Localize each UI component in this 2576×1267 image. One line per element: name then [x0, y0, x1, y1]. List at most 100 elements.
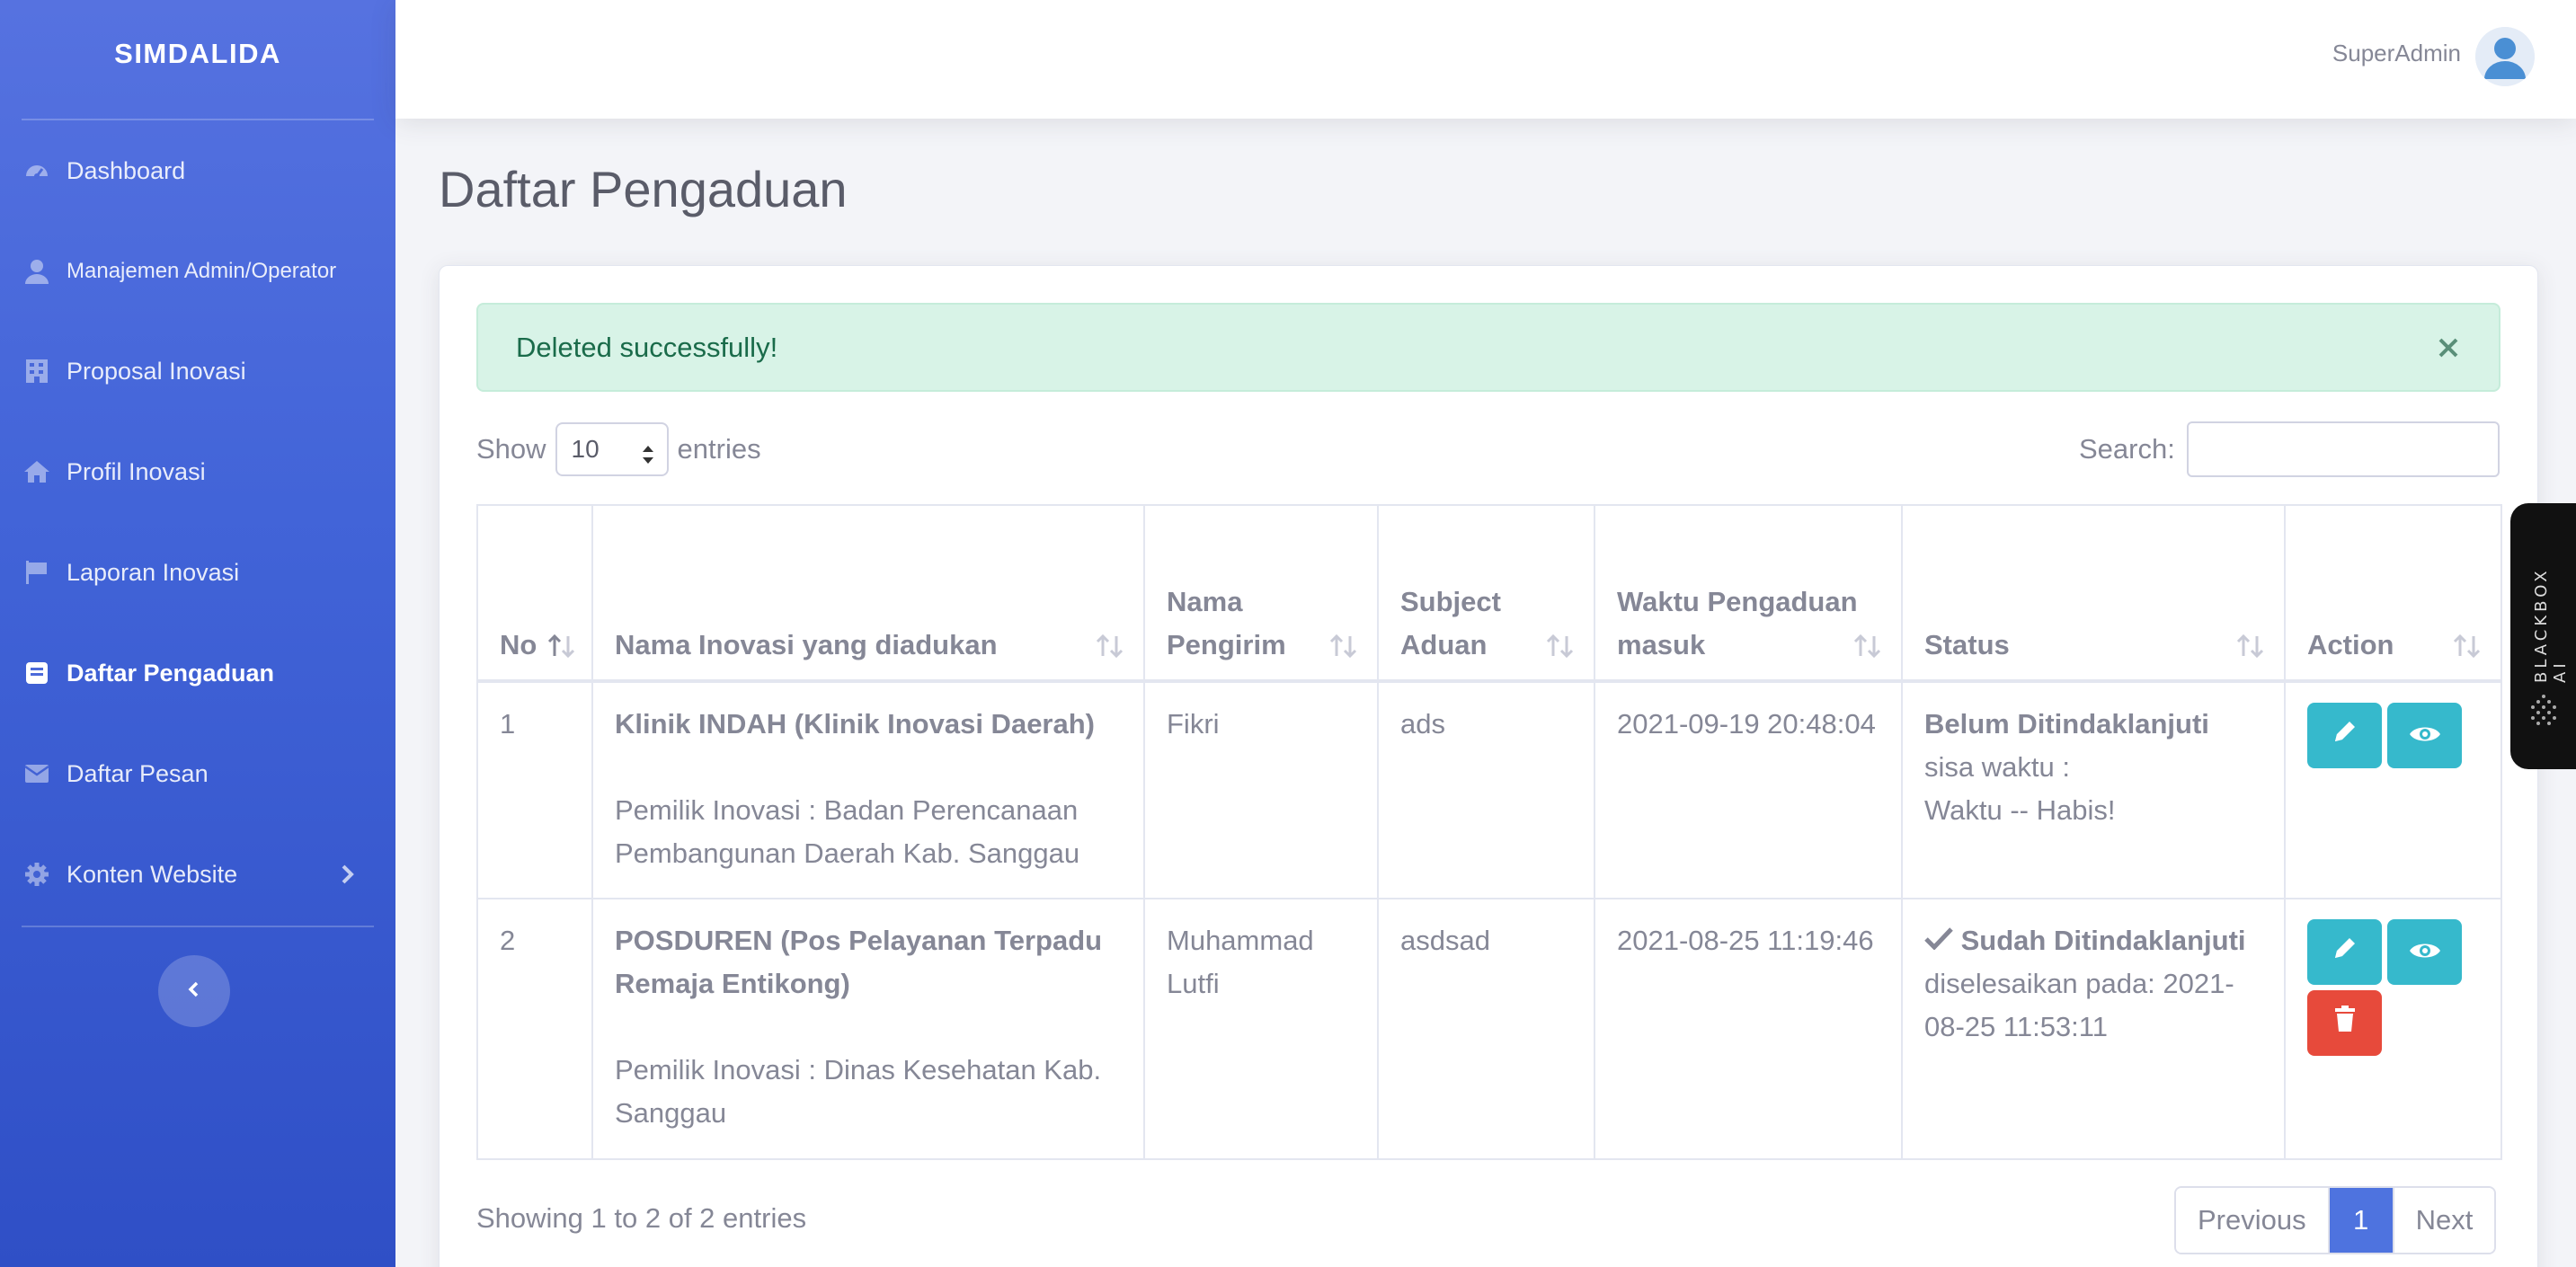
book-icon — [23, 660, 50, 687]
user-icon — [23, 258, 50, 285]
envelope-icon — [23, 760, 50, 787]
sidebar-item-label: Daftar Pengaduan — [67, 659, 275, 687]
pencil-icon — [2332, 931, 2358, 974]
sidebar-divider — [22, 926, 374, 927]
cell-pengirim: Fikri — [1143, 680, 1379, 899]
sort-icon — [2452, 631, 2483, 660]
next-button[interactable]: Next — [2394, 1188, 2495, 1253]
pencil-icon — [2332, 714, 2358, 758]
flag-icon — [23, 559, 50, 586]
avatar[interactable] — [2475, 27, 2535, 86]
status-detail: Waktu -- Habis! — [1924, 794, 2116, 826]
sidebar-item-dashboard[interactable]: Dashboard — [0, 138, 395, 203]
success-alert: Deleted successfully! — [476, 303, 2500, 392]
table-info: Showing 1 to 2 of 2 entries — [476, 1202, 807, 1234]
previous-button[interactable]: Previous — [2176, 1188, 2330, 1253]
cell-no: 1 — [476, 680, 593, 899]
search-input[interactable] — [2187, 421, 2500, 477]
brand-logo[interactable]: SIMDALIDA — [0, 0, 395, 108]
close-icon[interactable] — [2432, 332, 2465, 364]
table-row: 1 Klinik INDAH (Klinik Inovasi Daerah) P… — [476, 680, 2502, 899]
column-header-action[interactable]: Action — [2284, 504, 2502, 683]
table-header-row: No Nama Inovasi yang diadukan Nama Pengi… — [476, 504, 2502, 683]
building-icon — [23, 358, 50, 385]
column-header-no[interactable]: No — [476, 504, 593, 683]
sort-icon — [1095, 631, 1125, 660]
trash-icon — [2333, 1002, 2357, 1045]
sort-icon — [1852, 631, 1883, 660]
chevron-left-icon — [184, 979, 204, 1004]
chevron-right-icon — [334, 862, 360, 887]
pagination: Previous 1 Next — [2174, 1186, 2497, 1254]
sort-icon — [2235, 631, 2266, 660]
cell-action — [2284, 898, 2502, 1160]
sort-arrows-icon — [642, 442, 654, 464]
sort-asc-icon — [546, 631, 577, 660]
column-header-status[interactable]: Status — [1901, 504, 2286, 683]
gear-icon — [23, 861, 50, 888]
entries-select[interactable]: 10 — [555, 422, 669, 476]
cell-status: Sudah Ditindaklanjuti diselesaikan pada:… — [1901, 898, 2286, 1160]
inovasi-owner: Pemilik Inovasi : Dinas Kesehatan Kab. S… — [615, 1054, 1102, 1129]
sidebar-item-label: Dashboard — [67, 156, 186, 184]
column-header-inovasi[interactable]: Nama Inovasi yang diadukan — [591, 504, 1145, 683]
sidebar-item-admin[interactable]: Manajemen Admin/Operator — [0, 239, 395, 304]
edit-button[interactable] — [2307, 703, 2382, 768]
sidebar-item-profil[interactable]: Profil Inovasi — [0, 439, 395, 504]
sidebar: SIMDALIDA Dashboard Manajemen Admin/Oper… — [0, 0, 395, 1267]
sidebar-item-label: Manajemen Admin/Operator — [67, 259, 337, 283]
sort-icon — [1328, 631, 1359, 660]
blackbox-ai-widget[interactable]: BLACKBOX AI — [2510, 503, 2576, 769]
status-title: Belum Ditindaklanjuti — [1924, 708, 2209, 740]
eye-icon — [2409, 714, 2441, 758]
sidebar-item-label: Laporan Inovasi — [67, 558, 240, 586]
complaints-table: No Nama Inovasi yang diadukan Nama Pengi… — [476, 504, 2502, 1160]
sidebar-item-laporan[interactable]: Laporan Inovasi — [0, 540, 395, 605]
cell-status: Belum Ditindaklanjuti sisa waktu : Waktu… — [1901, 680, 2286, 899]
blackbox-label: BLACKBOX AI — [2532, 567, 2570, 683]
sidebar-item-konten[interactable]: Konten Website — [0, 842, 395, 907]
sidebar-item-label: Konten Website — [67, 860, 238, 888]
sidebar-item-pesan[interactable]: Daftar Pesan — [0, 741, 395, 806]
sidebar-item-proposal[interactable]: Proposal Inovasi — [0, 339, 395, 403]
delete-button[interactable] — [2307, 990, 2382, 1056]
inovasi-name: POSDUREN (Pos Pelayanan Terpadu Remaja E… — [615, 925, 1103, 999]
entries-value: 10 — [571, 435, 600, 463]
blackbox-logo-icon — [2530, 694, 2557, 732]
cell-pengirim: Muhammad Lutfi — [1143, 898, 1379, 1160]
cell-inovasi: POSDUREN (Pos Pelayanan Terpadu Remaja E… — [591, 898, 1145, 1160]
sort-icon — [1545, 631, 1576, 660]
search-label: Search: — [2079, 433, 2175, 465]
cell-waktu: 2021-08-25 11:19:46 — [1594, 898, 1903, 1160]
sidebar-toggle-button[interactable] — [158, 955, 230, 1027]
view-button[interactable] — [2387, 703, 2462, 768]
user-name[interactable]: SuperAdmin — [2332, 40, 2461, 67]
alert-message: Deleted successfully! — [516, 331, 778, 363]
column-header-waktu[interactable]: Waktu Pengaduan masuk — [1594, 504, 1903, 683]
inovasi-owner: Pemilik Inovasi : Badan Perencanaan Pemb… — [615, 794, 1080, 869]
check-icon — [1924, 925, 1953, 956]
show-label: Show — [476, 433, 546, 465]
status-detail: diselesaikan pada: 2021-08-25 11:53:11 — [1924, 968, 2234, 1042]
column-header-pengirim[interactable]: Nama Pengirim — [1143, 504, 1379, 683]
view-button[interactable] — [2387, 919, 2462, 985]
eye-icon — [2409, 931, 2441, 974]
sidebar-item-label: Profil Inovasi — [67, 457, 206, 485]
entries-label: entries — [677, 433, 761, 465]
status-detail: sisa waktu : — [1924, 751, 2070, 783]
cell-waktu: 2021-09-19 20:48:04 — [1594, 680, 1903, 899]
column-header-subject[interactable]: Subject Aduan — [1377, 504, 1595, 683]
cell-inovasi: Klinik INDAH (Klinik Inovasi Daerah) Pem… — [591, 680, 1145, 899]
cell-action — [2284, 680, 2502, 899]
length-control: Show 10 entries — [476, 422, 761, 476]
topbar: SuperAdmin — [395, 0, 2576, 119]
sidebar-item-label: Proposal Inovasi — [67, 357, 246, 385]
page-title: Daftar Pengaduan — [439, 161, 848, 217]
status-title: Sudah Ditindaklanjuti — [1960, 925, 2246, 956]
page-1-button[interactable]: 1 — [2329, 1188, 2394, 1253]
cell-subject: ads — [1377, 680, 1595, 899]
home-icon — [23, 458, 50, 485]
sidebar-item-pengaduan[interactable]: Daftar Pengaduan — [0, 641, 395, 705]
edit-button[interactable] — [2307, 919, 2382, 985]
cell-subject: asdsad — [1377, 898, 1595, 1160]
